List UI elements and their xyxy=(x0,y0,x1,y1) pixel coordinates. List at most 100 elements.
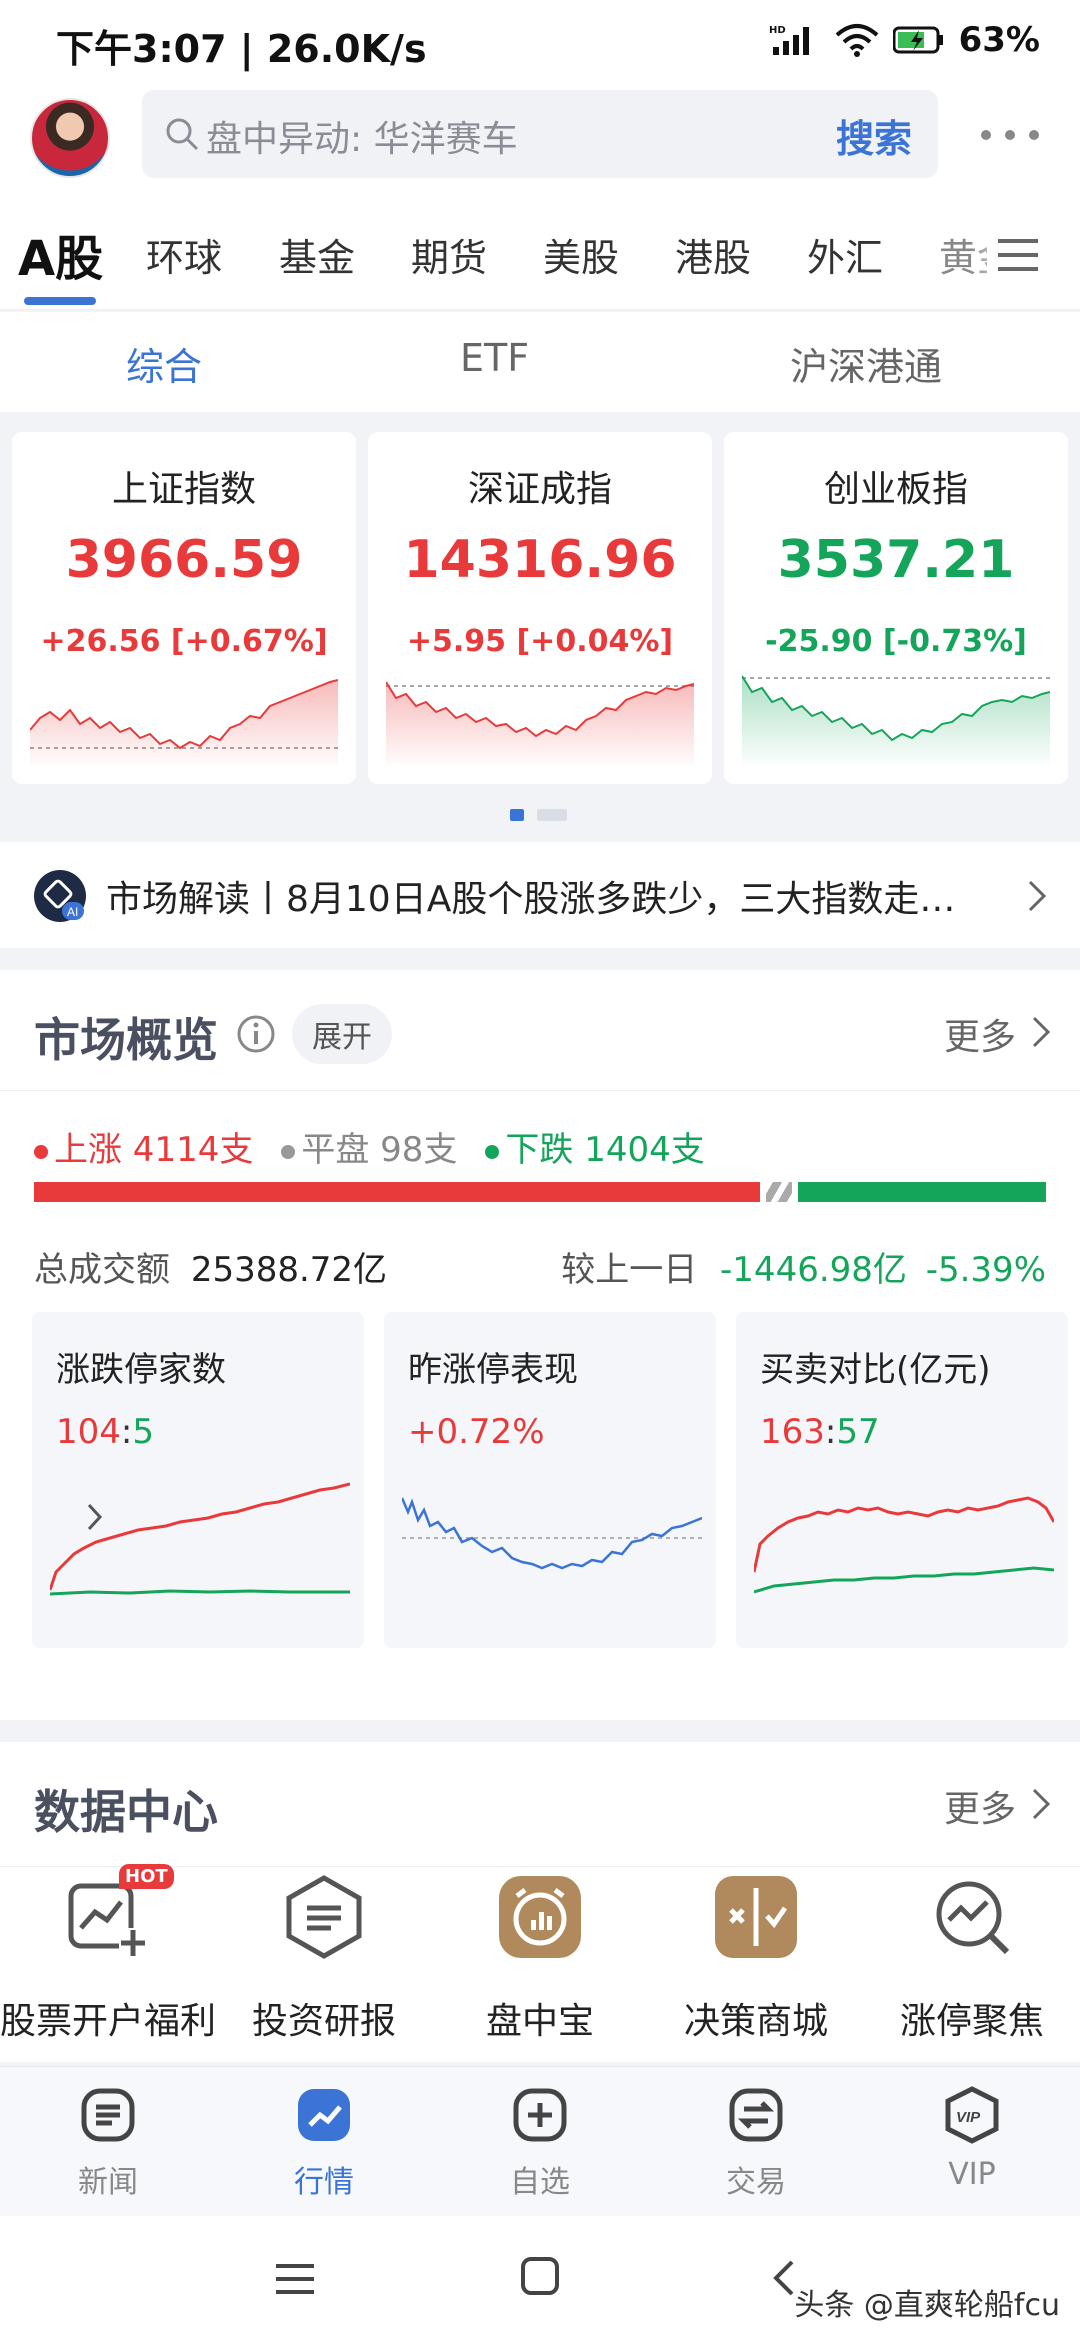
nav-watchlist[interactable]: 自选 xyxy=(432,2085,648,2201)
back-icon[interactable] xyxy=(772,2258,796,2298)
tab-etf[interactable]: ETF xyxy=(460,336,529,380)
svg-text:HD: HD xyxy=(769,25,786,36)
index-card-shanghai[interactable]: 上证指数 3966.59 +26.56 [+0.67%] xyxy=(12,432,356,784)
tab-hk-connect[interactable]: 沪深港通 xyxy=(790,336,942,391)
menu-icon[interactable] xyxy=(274,2260,316,2298)
market-read-text: 市场解读丨8月10日A股个股涨多跌少，三大指数走… xyxy=(106,879,956,920)
search-icon xyxy=(166,118,199,151)
breadth-bar-down xyxy=(798,1182,1046,1202)
chevron-right-icon xyxy=(1028,880,1047,912)
index-change: -25.90 [-0.73%] xyxy=(765,624,1027,659)
more-icon[interactable] xyxy=(970,110,1050,160)
index-value: 3966.59 xyxy=(65,530,303,590)
item-label: 决策商城 xyxy=(683,2001,828,2042)
signal-icon: HD xyxy=(769,25,809,55)
tab-overview[interactable]: 综合 xyxy=(126,336,202,391)
yesterday-limit-card[interactable]: 昨涨停表现 +0.72% xyxy=(384,1312,716,1648)
index-card-chinext[interactable]: 创业板指 3537.21 -25.90 [-0.73%] xyxy=(724,432,1068,784)
index-change: +26.56 [+0.67%] xyxy=(40,624,328,659)
tab-hk-stocks[interactable]: 港股 xyxy=(675,227,751,282)
add-icon xyxy=(513,2088,567,2142)
item-label: 投资研报 xyxy=(251,2001,396,2042)
expand-button[interactable]: 展开 xyxy=(292,1004,392,1064)
yesterday-limit-chart xyxy=(402,1497,702,1570)
breadth-bar-flat xyxy=(766,1182,792,1202)
news-icon xyxy=(81,2088,135,2142)
watermark: 头条 @直爽轮船fcu xyxy=(794,2288,1060,2323)
search-button[interactable]: 搜索 xyxy=(836,108,912,163)
more-link[interactable]: 更多 xyxy=(944,1780,1016,1832)
battery-icon xyxy=(892,26,943,54)
exchange-icon xyxy=(729,2088,783,2142)
tab-us-stocks[interactable]: 美股 xyxy=(543,227,619,282)
sub-tabs: 综合 ETF 沪深港通 xyxy=(0,312,1080,412)
tab-forex[interactable]: 外汇 xyxy=(807,227,883,282)
buy-value: 163 xyxy=(760,1412,825,1452)
search-input[interactable]: 盘中异动: 华洋赛车 xyxy=(206,110,518,162)
menu-icon[interactable] xyxy=(996,235,1040,275)
market-read-banner[interactable]: AI 市场解读丨8月10日A股个股涨多跌少，三大指数走… xyxy=(0,842,1080,948)
panzhongbao-item[interactable]: 盘中宝 xyxy=(432,1872,648,2044)
section-title: 数据中心 xyxy=(34,1785,218,1839)
status-time-network: 下午3:07 | 26.0K/s xyxy=(56,27,427,71)
data-center: 数据中心 更多 HOT 股票开户福利 投资研报 盘中宝 决策商城 涨停聚焦 xyxy=(0,1742,1080,2062)
nav-label: 行情 xyxy=(294,2165,354,2200)
vip-icon: VIP xyxy=(945,2086,999,2144)
index-name: 深证成指 xyxy=(467,469,612,510)
sell-value: 57 xyxy=(836,1412,880,1452)
limit-count-card[interactable]: 涨跌停家数 104:5 xyxy=(32,1312,364,1648)
nav-label: VIP xyxy=(948,2157,996,2192)
index-card-shenzhen[interactable]: 深证成指 14316.96 +5.95 [+0.04%] xyxy=(368,432,712,784)
nav-quotes[interactable]: 行情 xyxy=(216,2085,432,2201)
nav-label: 交易 xyxy=(726,2165,786,2200)
index-value: 14316.96 xyxy=(403,530,677,590)
breadth-bar-up xyxy=(34,1182,760,1202)
yesterday-limit-value: +0.72% xyxy=(408,1412,545,1452)
hot-badge: HOT xyxy=(119,1864,174,1889)
limit-focus-item[interactable]: 涨停聚焦 xyxy=(864,1872,1080,2044)
research-report-item[interactable]: 投资研报 xyxy=(216,1872,432,2044)
index-name: 上证指数 xyxy=(111,469,256,510)
search-box[interactable]: 盘中异动: 华洋赛车 搜索 xyxy=(142,90,938,178)
document-icon xyxy=(286,1875,362,1959)
tab-funds[interactable]: 基金 xyxy=(279,227,355,282)
info-icon[interactable] xyxy=(236,1014,276,1054)
nav-vip[interactable]: VIP VIP xyxy=(864,2085,1080,2192)
item-label: 涨停聚焦 xyxy=(899,2001,1044,2042)
tab-futures[interactable]: 期货 xyxy=(411,227,487,282)
index-value: 3537.21 xyxy=(777,530,1015,590)
buy-sell-chart xyxy=(754,1496,1054,1594)
decision-mall-item[interactable]: 决策商城 xyxy=(648,1872,864,2044)
turnover-label: 总成交额 xyxy=(34,1250,170,1290)
limit-up-count: 104 xyxy=(56,1412,121,1452)
index-name: 创业板指 xyxy=(823,469,968,510)
breadth-bar xyxy=(34,1182,1046,1202)
quotes-icon xyxy=(298,2089,350,2141)
up-count-label: 上涨 4114支 xyxy=(54,1130,254,1170)
down-count-label: 下跌 1404支 xyxy=(505,1130,705,1170)
clock-chart-icon xyxy=(499,1876,581,1958)
magnifier-chart-icon xyxy=(936,1881,1010,1955)
nav-trade[interactable]: 交易 xyxy=(648,2085,864,2201)
carousel-dots xyxy=(510,806,568,825)
turnover-value: 25388.72亿 xyxy=(190,1250,388,1290)
avatar[interactable] xyxy=(30,98,110,178)
decision-icon xyxy=(715,1876,797,1958)
svg-text:VIP: VIP xyxy=(956,2109,981,2126)
item-label: 盘中宝 xyxy=(485,2001,594,2042)
nav-label: 新闻 xyxy=(78,2165,138,2200)
tab-a-shares[interactable]: A股 xyxy=(18,219,103,289)
tab-global[interactable]: 环球 xyxy=(146,227,222,282)
nav-news[interactable]: 新闻 xyxy=(0,2085,216,2201)
market-overview: 市场概览 展开 更多 上涨 4114支 平盘 98支 下跌 1404支 总成交额… xyxy=(0,970,1080,1720)
ai-icon: AI xyxy=(34,870,86,922)
account-benefit-item[interactable]: HOT 股票开户福利 xyxy=(0,1864,217,2044)
item-label: 股票开户福利 xyxy=(0,2001,217,2042)
compare-percent: -5.39% xyxy=(925,1250,1046,1290)
more-link[interactable]: 更多 xyxy=(944,1008,1016,1060)
market-tabs: A股 环球 基金 期货 美股 港股 外汇 黄金 xyxy=(0,205,1080,310)
index-sparkline xyxy=(386,681,694,764)
buy-sell-card[interactable]: 买卖对比(亿元) 163:57 xyxy=(736,1312,1068,1648)
home-icon[interactable] xyxy=(520,2256,560,2296)
card-title: 涨跌停家数 xyxy=(56,1350,226,1390)
